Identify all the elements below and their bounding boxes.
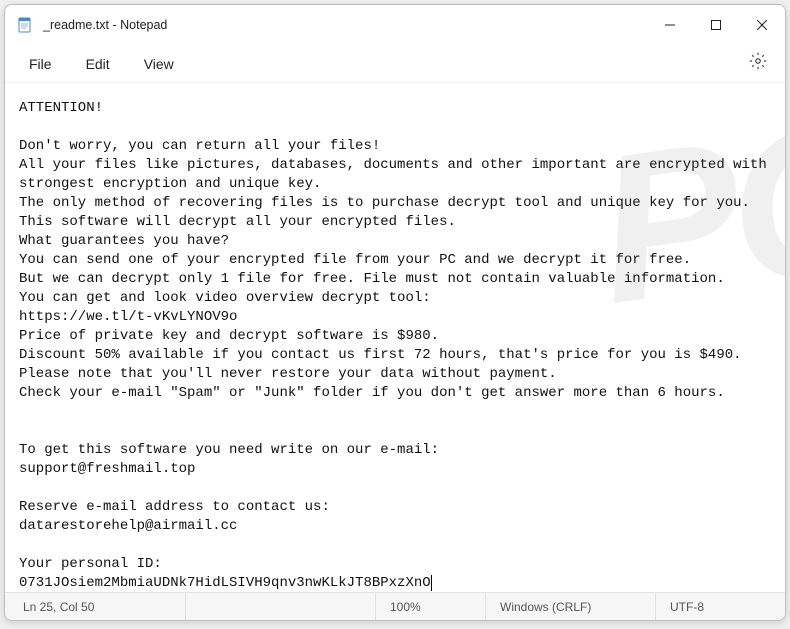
window-controls — [647, 5, 785, 45]
status-encoding: UTF-8 — [655, 593, 785, 620]
watermark: PC — [599, 184, 785, 241]
menubar: File Edit View — [5, 45, 785, 83]
status-position: Ln 25, Col 50 — [5, 593, 185, 620]
status-line-ending: Windows (CRLF) — [485, 593, 655, 620]
maximize-button[interactable] — [693, 5, 739, 45]
text-cursor — [431, 575, 432, 591]
titlebar: _readme.txt - Notepad — [5, 5, 785, 45]
window: _readme.txt - Notepad File Edit View — [4, 4, 786, 621]
menu-file[interactable]: File — [15, 51, 66, 77]
text-content[interactable]: ATTENTION! Don't worry, you can return a… — [5, 83, 785, 592]
minimize-button[interactable] — [647, 5, 693, 45]
notepad-icon — [17, 17, 33, 33]
close-button[interactable] — [739, 5, 785, 45]
status-zoom[interactable]: 100% — [375, 593, 485, 620]
menu-edit[interactable]: Edit — [72, 51, 124, 77]
gear-icon — [749, 52, 767, 75]
statusbar: Ln 25, Col 50 100% Windows (CRLF) UTF-8 — [5, 592, 785, 620]
window-title: _readme.txt - Notepad — [43, 18, 647, 32]
menu-view[interactable]: View — [130, 51, 188, 77]
settings-button[interactable] — [741, 47, 775, 80]
